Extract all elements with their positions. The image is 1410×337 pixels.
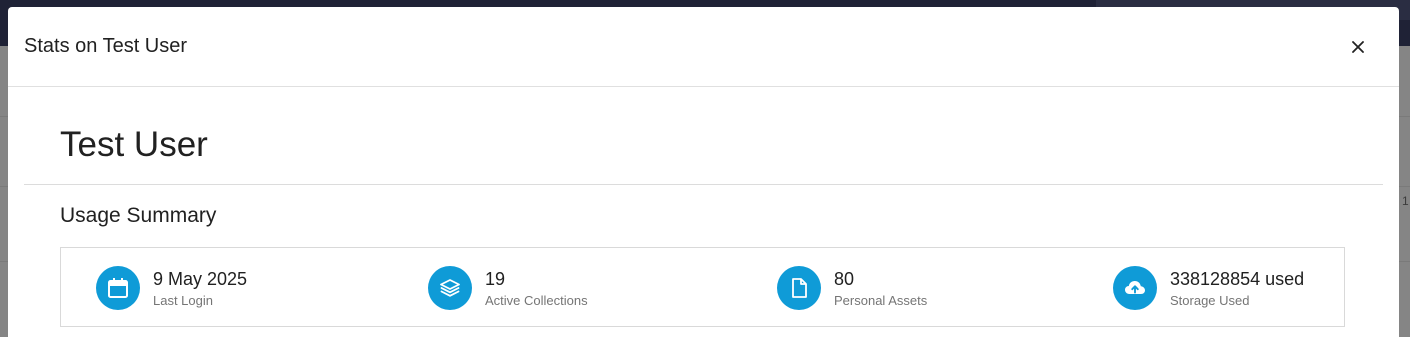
- stat-label: Personal Assets: [834, 293, 928, 308]
- stats-modal: Stats on Test User Test User Usage Summa…: [8, 7, 1399, 337]
- usage-summary-title: Usage Summary: [60, 204, 217, 227]
- stat-label: Last Login: [153, 293, 213, 308]
- section-divider: [24, 184, 1383, 185]
- stat-label: Active Collections: [485, 293, 588, 308]
- stat-value: 338128854 used: [1170, 269, 1305, 289]
- cloud-upload-icon: [1113, 266, 1157, 310]
- usage-summary-panel: 9 May 2025 Last Login 19 Active Collecti…: [60, 247, 1345, 327]
- calendar-icon: [96, 266, 140, 310]
- layers-icon: [428, 266, 472, 310]
- stat-label: Storage Used: [1170, 293, 1250, 308]
- background-edge-text: 1: [1402, 194, 1409, 208]
- modal-title: Stats on Test User: [24, 35, 188, 57]
- user-name-heading: Test User: [60, 125, 208, 164]
- close-button[interactable]: [1344, 33, 1372, 61]
- modal-header: Stats on Test User: [8, 7, 1399, 87]
- stat-value: 80: [834, 269, 855, 289]
- stat-value: 19: [485, 269, 506, 289]
- close-icon: [1352, 41, 1364, 53]
- stat-value: 9 May 2025: [153, 269, 248, 289]
- file-icon: [777, 266, 821, 310]
